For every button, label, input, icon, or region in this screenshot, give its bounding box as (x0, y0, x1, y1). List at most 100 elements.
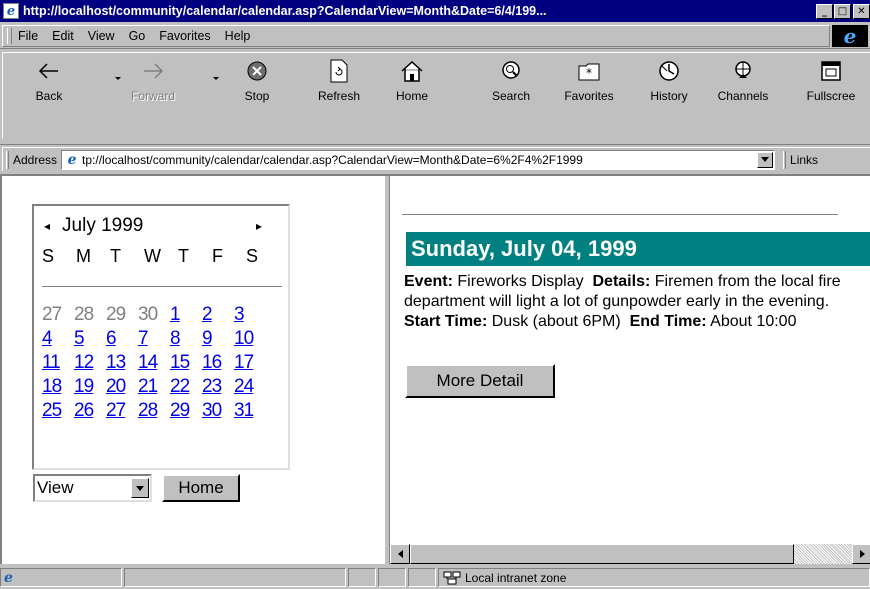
calendar-day-link[interactable]: 10 (234, 328, 258, 352)
favorites-icon: * (574, 57, 604, 85)
calendar-day-link[interactable]: 20 (106, 376, 130, 400)
ie-logo-icon: e (832, 24, 868, 48)
weekday-label: S (42, 246, 55, 266)
back-dropdown-icon[interactable] (115, 77, 121, 80)
address-text[interactable]: tp://localhost/community/calendar/calend… (82, 153, 757, 167)
history-button[interactable]: History (641, 57, 697, 109)
window-title: http://localhost/community/calendar/cale… (23, 4, 547, 18)
calendar-day-link[interactable]: 15 (170, 352, 194, 376)
event-label: Event: (404, 273, 453, 290)
ie-page-icon: e (3, 3, 19, 19)
calendar-day-link[interactable]: 19 (74, 376, 98, 400)
prev-month-icon[interactable]: ◂ (44, 219, 50, 233)
favorites-button[interactable]: * Favorites (561, 57, 617, 109)
back-button[interactable]: Back (21, 57, 77, 109)
address-input[interactable]: e tp://localhost/community/calendar/cale… (61, 149, 776, 170)
back-label: Back (35, 89, 63, 103)
refresh-button[interactable]: Refresh (311, 57, 367, 109)
minimize-icon: _ (822, 5, 827, 17)
calendar-day-link[interactable]: 2 (202, 304, 226, 328)
status-cell (378, 568, 406, 587)
calendar-day-link[interactable]: 24 (234, 376, 258, 400)
maximize-button[interactable]: □ (834, 3, 851, 19)
calendar-day-link[interactable]: 27 (106, 400, 130, 424)
calendar-day-link[interactable]: 7 (138, 328, 162, 352)
calendar-day-link[interactable]: 18 (42, 376, 66, 400)
calendar-day-link[interactable]: 21 (138, 376, 162, 400)
right-frame: Sunday, July 04, 1999 Event: Fireworks D… (390, 176, 870, 564)
page-icon: e (67, 151, 77, 168)
home-toolbar-button[interactable]: Home (384, 57, 440, 109)
scrollbar-thumb[interactable] (410, 544, 794, 564)
calendar-day-link[interactable]: 25 (42, 400, 66, 424)
calendar-day-other-month: 30 (138, 304, 158, 325)
horizontal-scrollbar[interactable] (390, 544, 870, 564)
calendar-day-link[interactable]: 28 (138, 400, 162, 424)
menu-file[interactable]: File (18, 29, 38, 43)
calendar-day-link[interactable]: 5 (74, 328, 98, 352)
calendar-day-link[interactable]: 29 (170, 400, 194, 424)
channels-button[interactable]: Channels (715, 57, 771, 109)
calendar-day-link[interactable]: 6 (106, 328, 130, 352)
chevron-down-icon (761, 157, 770, 162)
calendar-day-link[interactable]: 4 (42, 328, 66, 352)
view-select-dropdown-button[interactable] (131, 478, 149, 498)
left-frame: ◂ July 1999 ▸ S M T W T F S 27 28 29 30 1 2 3 4… (2, 176, 384, 564)
forward-dropdown-icon[interactable] (213, 77, 219, 80)
stop-button[interactable]: Stop (229, 57, 285, 109)
search-button[interactable]: Search (483, 57, 539, 109)
calendar-day-link[interactable]: 9 (202, 328, 226, 352)
chevron-right-icon (859, 550, 865, 558)
calendar-day-other-month: 29 (106, 304, 126, 325)
address-label: Address (13, 152, 58, 167)
next-month-icon[interactable]: ▸ (256, 219, 262, 233)
menu-go[interactable]: Go (129, 29, 146, 43)
links-button[interactable]: Links (790, 153, 818, 167)
forward-button[interactable]: Forward (125, 57, 181, 109)
refresh-icon (324, 57, 354, 85)
channels-label: Channels (717, 89, 769, 103)
view-select[interactable]: View (33, 474, 152, 502)
calendar-day-link[interactable]: 11 (42, 352, 66, 376)
scroll-left-button[interactable] (390, 544, 410, 564)
calendar-home-button[interactable]: Home (162, 474, 240, 502)
calendar-day-link[interactable]: 26 (74, 400, 98, 424)
calendar-header: ◂ July 1999 ▸ (44, 214, 278, 238)
calendar-day-link[interactable]: 8 (170, 328, 194, 352)
calendar-day-link[interactable]: 3 (234, 304, 258, 328)
close-button[interactable]: ✕ (853, 3, 870, 19)
scroll-right-button[interactable] (852, 544, 870, 564)
calendar-day-link[interactable]: 1 (170, 304, 194, 328)
event-value: Fireworks Display (457, 273, 584, 290)
menu-favorites[interactable]: Favorites (159, 29, 210, 43)
calendar-day-link[interactable]: 31 (234, 400, 258, 424)
menu-view[interactable]: View (88, 29, 115, 43)
title-bar[interactable]: e http://localhost/community/calendar/ca… (0, 0, 870, 22)
weekday-label: F (212, 246, 223, 266)
calendar-day-link[interactable]: 17 (234, 352, 258, 376)
minimize-button[interactable]: _ (816, 3, 833, 19)
calendar-day-link[interactable]: 14 (138, 352, 162, 376)
menu-help[interactable]: Help (225, 29, 251, 43)
fullscreen-button[interactable]: Fullscree (803, 57, 859, 109)
svg-text:*: * (586, 66, 592, 80)
calendar-day-link[interactable]: 16 (202, 352, 226, 376)
calendar-day-link[interactable]: 13 (106, 352, 130, 376)
channels-icon (728, 57, 758, 85)
calendar-week-row: 18 19 20 21 22 23 24 (42, 376, 282, 400)
search-icon (496, 57, 526, 85)
calendar-day-link[interactable]: 22 (170, 376, 194, 400)
weekday-label: T (178, 246, 189, 266)
scrollbar-track[interactable] (794, 544, 852, 564)
end-time-value: About 10:00 (710, 313, 797, 330)
more-detail-button[interactable]: More Detail (405, 364, 555, 398)
weekday-label: T (110, 246, 121, 266)
menu-edit[interactable]: Edit (52, 29, 74, 43)
browser-window: e http://localhost/community/calendar/ca… (0, 0, 870, 589)
calendar-day-link[interactable]: 30 (202, 400, 226, 424)
calendar-day-link[interactable]: 23 (202, 376, 226, 400)
calendar-day-link[interactable]: 12 (74, 352, 98, 376)
fullscreen-icon (816, 57, 846, 85)
address-dropdown-button[interactable] (757, 151, 774, 168)
start-time-value: Dusk (about 6PM) (491, 313, 621, 330)
